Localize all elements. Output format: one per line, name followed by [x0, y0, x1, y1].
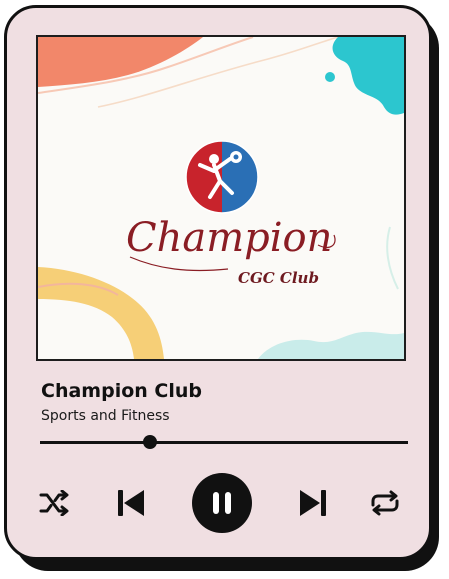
album-artwork: Champion CGC Club [36, 35, 406, 361]
logo-wordmark: Champion [126, 215, 332, 261]
shuffle-button[interactable] [37, 486, 71, 520]
champion-club-logo: Champion CGC Club [126, 140, 336, 287]
playback-controls [7, 470, 429, 534]
progress-knob[interactable] [143, 435, 158, 449]
repeat-icon [371, 490, 399, 516]
next-button[interactable] [295, 485, 331, 521]
shuffle-icon [39, 490, 69, 516]
track-title: Champion Club [41, 380, 202, 402]
track-artist: Sports and Fitness [41, 408, 170, 424]
track-info: Champion Club Sports and Fitness [41, 379, 411, 425]
progress-bar[interactable] [40, 432, 408, 452]
skip-previous-icon [118, 490, 144, 516]
play-pause-button[interactable] [192, 473, 252, 533]
previous-button[interactable] [113, 485, 149, 521]
music-player-card: Champion CGC Club Champion Club Sports a… [4, 5, 432, 560]
skip-next-icon [300, 490, 326, 516]
pause-icon [213, 492, 231, 514]
progress-track [40, 441, 408, 444]
logo-subtitle: CGC Club [238, 269, 319, 287]
repeat-button[interactable] [367, 486, 403, 520]
